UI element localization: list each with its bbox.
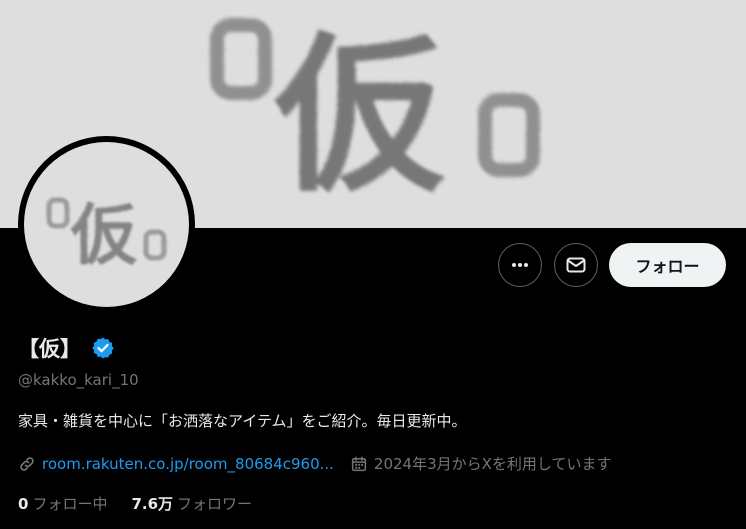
followers-count: 7.6万 [131,495,174,513]
bio: 家具・雑貨を中心に「お洒落なアイテム」をご紹介。毎日更新中。 [18,412,467,430]
calendar-icon [351,456,367,471]
profile-link[interactable]: room.rakuten.co.jp/room_80684c960... [42,455,334,473]
svg-text:仮: 仮 [274,18,446,205]
avatar-logo: 仮 [46,197,167,274]
banner-logo: 仮 [210,18,540,205]
followers-stat[interactable]: 7.6万 フォロワー [131,493,252,514]
more-dots-icon [512,263,528,267]
verified-badge-icon[interactable] [91,336,115,360]
following-stat[interactable]: 0 フォロー中 [18,493,107,514]
avatar-image: 仮 [24,142,189,307]
name-row: 【仮】 [18,333,115,363]
avatar[interactable]: 仮 [18,136,195,313]
follow-stats: 0 フォロー中 7.6万 フォロワー [18,493,252,514]
follow-button[interactable]: フォロー [609,243,726,287]
link-icon [20,456,34,471]
joined-date: 2024年3月からXを利用しています [373,455,612,473]
following-count: 0 [18,495,29,513]
envelope-icon [566,257,586,273]
followers-label: フォロワー [177,495,253,513]
profile-meta: room.rakuten.co.jp/room_80684c960... 202… [18,453,611,474]
following-label: フォロー中 [32,495,108,513]
message-button[interactable] [554,243,598,287]
svg-text:仮: 仮 [70,197,138,274]
more-button[interactable] [498,243,542,287]
display-name: 【仮】 [18,337,81,361]
handle: @kakko_kari_10 [18,371,139,389]
